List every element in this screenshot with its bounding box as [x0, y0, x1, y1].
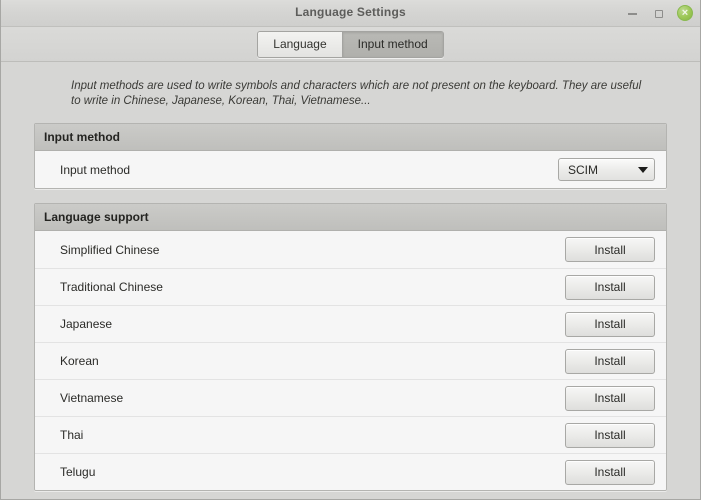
install-button[interactable]: Install — [565, 385, 655, 411]
window-title: Language Settings — [295, 5, 406, 19]
tab-language[interactable]: Language — [258, 31, 342, 57]
input-method-row-label: Input method — [60, 162, 131, 177]
language-name: Traditional Chinese — [60, 280, 163, 294]
table-row: Telugu Install — [35, 453, 666, 490]
install-button[interactable]: Install — [565, 348, 655, 374]
description-text: Input methods are used to write symbols … — [71, 80, 642, 107]
table-row: Traditional Chinese Install — [35, 268, 666, 305]
input-method-dropdown-value: SCIM — [568, 162, 598, 177]
table-row: Simplified Chinese Install — [35, 231, 666, 268]
language-name: Simplified Chinese — [60, 242, 160, 257]
language-name: Korean — [60, 354, 99, 368]
maximize-icon[interactable] — [651, 6, 666, 21]
language-settings-window: Language Settings × Language Input metho… — [0, 0, 701, 500]
tab-bar: Language Input method — [1, 27, 700, 62]
table-row: Japanese Install — [35, 305, 666, 342]
title-bar: Language Settings × — [1, 0, 700, 27]
input-method-section-header: Input method — [35, 124, 666, 151]
input-method-dropdown[interactable]: SCIM — [558, 158, 655, 181]
language-support-panel: Language support Simplified Chinese Insta… — [34, 203, 667, 491]
table-row: Korean Install — [35, 342, 666, 379]
table-row: Thai Install — [35, 416, 666, 453]
language-name: Vietnamese — [60, 391, 124, 405]
table-row: Vietnamese Install — [35, 379, 666, 416]
input-method-row: Input method SCIM — [35, 151, 666, 188]
minimize-icon[interactable] — [625, 6, 640, 21]
language-name: Thai — [60, 428, 84, 442]
tab-group: Language Input method — [257, 30, 444, 58]
language-name: Telugu — [60, 465, 96, 479]
install-button[interactable]: Install — [565, 237, 655, 262]
input-method-panel: Input method Input method SCIM — [34, 123, 667, 189]
install-button[interactable]: Install — [565, 311, 655, 337]
tab-input-method[interactable]: Input method — [341, 31, 443, 57]
language-list: Simplified Chinese Install Traditional Chi… — [35, 231, 666, 490]
content-area: Input methods are used to write symbols … — [1, 62, 700, 499]
close-glyph: × — [681, 7, 689, 19]
language-name: Japanese — [60, 317, 113, 331]
close-icon[interactable]: × — [677, 5, 693, 21]
install-button[interactable]: Install — [565, 422, 655, 448]
window-controls: × — [625, 0, 693, 26]
language-support-section-header: Language support — [35, 204, 666, 231]
install-button[interactable]: Install — [565, 274, 655, 300]
install-button[interactable]: Install — [565, 459, 655, 485]
chevron-down-icon — [638, 166, 648, 173]
